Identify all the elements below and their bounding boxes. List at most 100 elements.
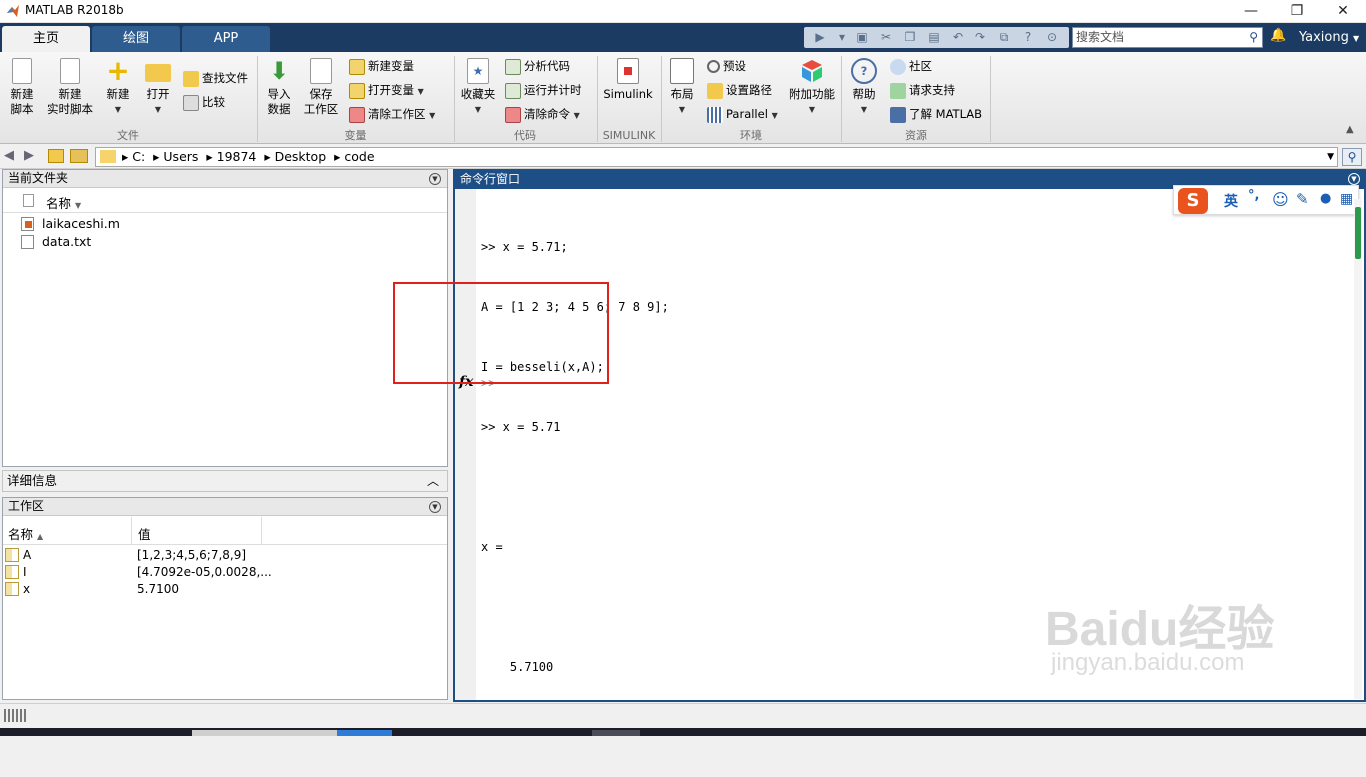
run-icon[interactable]: ▶ — [812, 30, 828, 45]
breadcrumb-segment[interactable]: Desktop — [275, 149, 327, 164]
set-path-button[interactable]: 设置路径 — [707, 80, 772, 100]
request-support-button[interactable]: 请求支持 — [890, 80, 955, 100]
status-grip-icon[interactable] — [4, 709, 26, 722]
new-live-script-button[interactable]: 新建 实时脚本 — [46, 58, 94, 117]
parallel-button[interactable]: Parallel ▼ — [707, 104, 778, 124]
details-panel-header[interactable]: 详细信息 ︿ — [2, 470, 448, 492]
layout-icon — [670, 58, 694, 84]
layout-button[interactable]: 布局 ▼ — [667, 58, 697, 117]
path-dropdown-icon[interactable]: ▼ — [1327, 148, 1334, 166]
table-row[interactable]: x 5.7100 — [3, 581, 447, 598]
table-row[interactable]: I [4.7092e-05,0.0028,... — [3, 564, 447, 581]
breadcrumb-segment[interactable]: Users — [163, 149, 198, 164]
highlight-box — [393, 282, 609, 384]
save-workspace-button[interactable]: 保存 工作区 — [303, 58, 339, 117]
tab-plots[interactable]: 绘图 — [92, 26, 180, 52]
clear-commands-button[interactable]: 清除命令 ▼ — [505, 104, 580, 124]
name-column-header[interactable]: 名称 ▼ — [46, 193, 81, 212]
parallel-icon — [707, 106, 723, 123]
settings-dropdown-icon[interactable]: ⊙ — [1044, 30, 1060, 45]
column-divider — [261, 517, 262, 545]
new-script-button[interactable]: 新建 脚本 — [5, 58, 39, 117]
search-icon[interactable]: ⚲ — [1249, 28, 1258, 47]
breadcrumb-segment[interactable]: code — [344, 149, 374, 164]
chevron-up-icon[interactable]: ︿ — [427, 471, 439, 491]
preferences-button[interactable]: 预设 — [707, 56, 746, 76]
import-data-button[interactable]: ⬇ 导入 数据 — [264, 58, 294, 117]
watermark-url: jingyan.baidu.com — [1051, 649, 1245, 676]
find-files-button[interactable]: 查找文件 — [183, 68, 248, 88]
table-row[interactable]: A [1,2,3;4,5,6;7,8,9] — [3, 547, 447, 564]
grid-menu-icon[interactable]: ▦ — [1340, 191, 1353, 207]
compare-button[interactable]: 比较 — [183, 92, 225, 112]
scrollbar-thumb[interactable] — [1355, 207, 1361, 259]
switch-windows-icon[interactable]: ⧉ — [996, 30, 1012, 45]
paste-icon[interactable]: ▤ — [926, 30, 942, 45]
favorites-button[interactable]: ★ 收藏夹 ▼ — [460, 58, 496, 117]
up-folder-icon[interactable] — [48, 149, 64, 163]
search-docs-input[interactable]: 搜索文档 ⚲ — [1072, 27, 1263, 48]
value-column-header[interactable]: 值 — [138, 524, 151, 543]
command-gutter — [455, 189, 476, 700]
command-window[interactable]: 命令行窗口 ▼ >> x = 5.71; A = [1 2 3; 4 5 6; … — [453, 169, 1366, 702]
back-arrow-icon[interactable]: ◀ — [4, 148, 14, 163]
tab-home[interactable]: 主页 — [2, 26, 90, 52]
pen-icon[interactable]: ✎ — [1296, 190, 1309, 208]
clear-workspace-button[interactable]: 清除工作区 ▼ — [349, 104, 435, 124]
group-label-variable: 变量 — [344, 129, 367, 142]
taskbar-item[interactable] — [337, 730, 392, 736]
collapse-ribbon-icon[interactable]: ▲ — [1346, 124, 1354, 135]
simulink-button[interactable]: Simulink — [603, 58, 653, 102]
breadcrumb-segment[interactable]: 19874 — [217, 149, 257, 164]
run-and-time-button[interactable]: 运行并计时 — [505, 80, 582, 100]
dropdown-icon[interactable]: ▾ — [834, 30, 850, 45]
ime-punctuation-toggle[interactable]: °, — [1248, 188, 1259, 203]
panel-actions-icon[interactable]: ▼ — [429, 173, 441, 185]
panel-actions-icon[interactable]: ▼ — [1348, 173, 1360, 185]
breadcrumb-segment[interactable]: C: — [132, 149, 145, 164]
path-input[interactable]: ▸ C: ▸ Users ▸ 19874 ▸ Desktop ▸ code ▼ — [95, 147, 1338, 167]
simulink-icon — [617, 58, 639, 84]
new-variable-button[interactable]: 新建变量 — [349, 56, 414, 76]
new-button[interactable]: + 新建 ▼ — [103, 57, 133, 117]
learn-matlab-icon — [890, 106, 906, 123]
tab-apps[interactable]: APP — [182, 26, 270, 52]
minimize-button[interactable]: — — [1228, 0, 1274, 22]
taskbar-item[interactable] — [592, 730, 640, 736]
command-line — [481, 597, 669, 617]
save-icon[interactable]: ▣ — [854, 30, 870, 45]
learn-matlab-button[interactable]: 了解 MATLAB — [890, 104, 982, 124]
cut-icon[interactable]: ✂ — [878, 30, 894, 45]
search-folder-icon[interactable]: ⚲ — [1342, 148, 1362, 166]
browse-folder-icon[interactable] — [70, 149, 88, 163]
group-label-environment: 环境 — [740, 129, 762, 142]
ime-language-toggle[interactable]: 英 — [1224, 191, 1238, 211]
analyze-code-icon — [505, 58, 521, 75]
taskbar-item[interactable] — [192, 730, 337, 736]
microphone-icon[interactable]: ● — [1320, 191, 1331, 206]
folder-icon — [100, 150, 116, 163]
panel-actions-icon[interactable]: ▼ — [429, 501, 441, 513]
copy-icon[interactable]: ❐ — [902, 30, 918, 45]
forward-arrow-icon[interactable]: ▶ — [24, 148, 34, 163]
add-ons-button[interactable]: 附加功能 ▼ — [788, 58, 836, 117]
close-button[interactable]: ✕ — [1320, 0, 1366, 22]
name-column-header[interactable]: 名称 ▲ — [8, 524, 43, 543]
open-variable-button[interactable]: 打开变量 ▼ — [349, 80, 424, 100]
new-live-script-icon — [60, 58, 80, 84]
scrollbar[interactable] — [1354, 199, 1362, 699]
undo-icon[interactable]: ↶ — [950, 30, 966, 45]
help-button[interactable]: ? 帮助 ▼ — [848, 58, 880, 117]
window-title: MATLAB R2018b — [25, 3, 124, 17]
ime-toolbar[interactable]: S 英 °, ☺ ✎ ● ▦ — [1173, 185, 1359, 215]
emoji-icon[interactable]: ☺ — [1272, 190, 1289, 209]
community-button[interactable]: 社区 — [890, 56, 932, 76]
analyze-code-button[interactable]: 分析代码 — [505, 56, 570, 76]
favorites-star-icon: ★ — [467, 58, 489, 84]
open-button[interactable]: 打开 ▼ — [143, 58, 173, 117]
maximize-button[interactable]: ❐ — [1274, 0, 1320, 22]
help-icon[interactable]: ? — [1020, 30, 1036, 45]
user-menu[interactable]: Yaxiong ▼ — [1299, 27, 1359, 49]
bell-icon[interactable]: 🔔 — [1270, 28, 1286, 43]
redo-icon[interactable]: ↷ — [972, 30, 988, 45]
